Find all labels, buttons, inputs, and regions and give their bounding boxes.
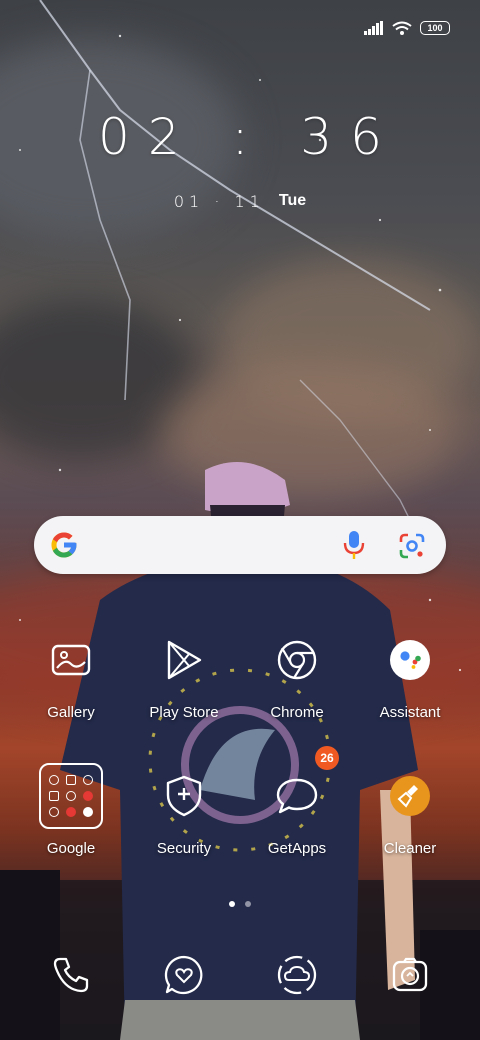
app-label: Play Store	[149, 704, 219, 721]
cleaner-icon	[390, 776, 430, 816]
page-dot-1[interactable]	[229, 901, 235, 907]
cloud-icon	[277, 955, 317, 995]
microphone-icon[interactable]	[342, 530, 366, 560]
chrome-icon	[277, 640, 317, 680]
camera-icon	[392, 957, 428, 992]
phone-icon	[53, 957, 89, 993]
battery-level: 100	[427, 22, 443, 33]
app-label: Gallery	[47, 704, 95, 721]
messaging-icon	[164, 955, 203, 995]
app-label: Google	[46, 840, 96, 857]
play-store-icon	[167, 640, 202, 680]
app-label: GetApps	[267, 840, 327, 857]
page-indicator[interactable]	[0, 901, 480, 907]
notification-badge: 26	[315, 746, 339, 770]
app-gallery[interactable]: Gallery	[16, 628, 126, 721]
app-label: Assistant	[379, 704, 441, 721]
battery-indicator: 100	[420, 21, 450, 35]
gallery-icon	[51, 644, 91, 676]
google-logo-icon	[51, 532, 77, 558]
app-google-folder[interactable]: Google	[16, 763, 126, 857]
dock-phone[interactable]	[48, 952, 94, 998]
dock-cloud[interactable]	[274, 952, 320, 998]
assistant-icon	[390, 640, 430, 680]
clock-time[interactable]: 02 : 36	[0, 108, 480, 166]
getapps-icon	[276, 778, 318, 814]
app-label: Security	[156, 840, 212, 857]
app-chrome[interactable]: Chrome	[242, 628, 352, 721]
dock-messaging[interactable]	[161, 952, 207, 998]
date-text: 01 · 11	[173, 192, 265, 211]
google-lens-icon[interactable]	[398, 532, 426, 560]
app-assistant[interactable]: Assistant	[355, 628, 465, 721]
status-bar: 100	[364, 16, 450, 40]
security-icon	[166, 775, 202, 817]
signal-icon	[364, 21, 383, 35]
app-label: Cleaner	[383, 840, 437, 857]
app-security[interactable]: Security	[129, 764, 239, 857]
dock-camera[interactable]	[387, 952, 433, 998]
page-dot-2[interactable]	[245, 901, 251, 907]
google-folder-icon	[39, 763, 103, 829]
wifi-icon	[392, 21, 412, 35]
app-cleaner[interactable]: Cleaner	[355, 764, 465, 857]
app-label: Chrome	[270, 704, 324, 721]
google-search-bar[interactable]	[34, 516, 446, 574]
clock-date[interactable]: 01 · 11 Tue	[0, 192, 480, 211]
app-getapps[interactable]: 26 GetApps	[242, 746, 352, 857]
weekday-text: Tue	[278, 192, 307, 209]
app-play-store[interactable]: Play Store	[129, 628, 239, 721]
